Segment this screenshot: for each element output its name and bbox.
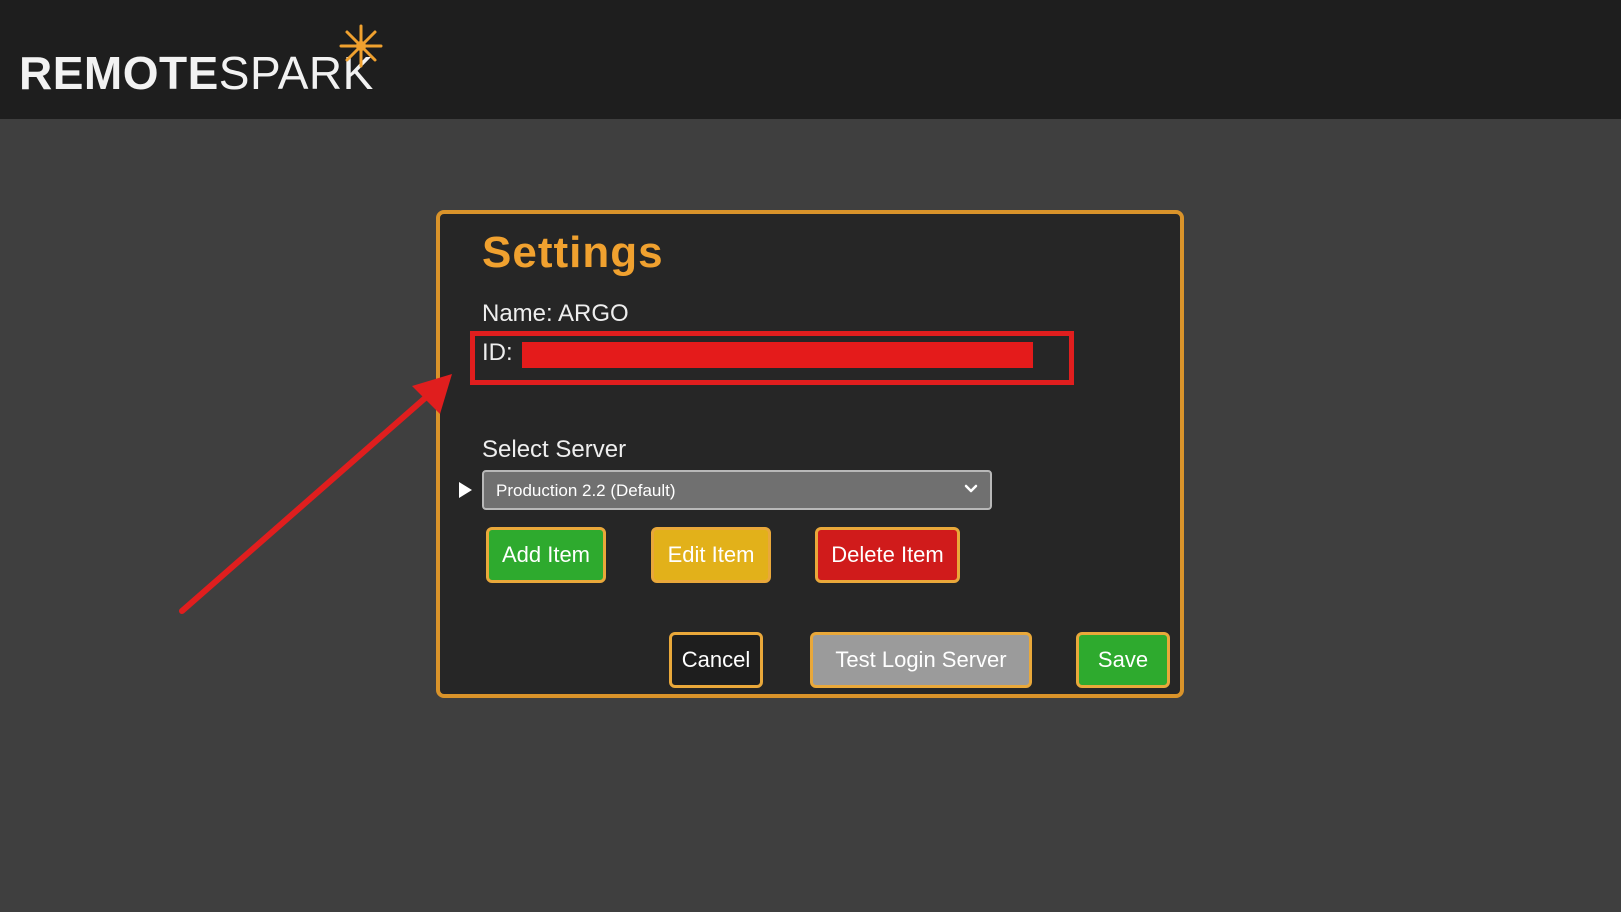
delete-item-button[interactable]: Delete Item — [815, 527, 960, 583]
play-icon — [459, 482, 472, 498]
add-item-button[interactable]: Add Item — [486, 527, 606, 583]
settings-dialog: Settings Name: ARGO ID: Select Server Pr… — [436, 210, 1184, 698]
test-login-server-button[interactable]: Test Login Server — [810, 632, 1032, 688]
page: REMOTESPARK Settings Name: ARGO ID: Sele… — [0, 0, 1621, 912]
id-redacted-value — [522, 342, 1033, 368]
logo-text-remote: REMOTE — [19, 47, 219, 99]
cancel-button[interactable]: Cancel — [669, 632, 763, 688]
remotespark-logo: REMOTESPARK — [19, 48, 374, 98]
chevron-down-icon — [964, 484, 978, 493]
select-server-label: Select Server — [482, 436, 627, 463]
server-select-value: Production 2.2 (Default) — [496, 481, 676, 500]
id-label: ID: — [482, 339, 513, 366]
save-button[interactable]: Save — [1076, 632, 1170, 688]
server-select[interactable]: Production 2.2 (Default) — [482, 470, 992, 510]
name-field: Name: ARGO — [482, 300, 629, 327]
spark-icon — [339, 24, 383, 68]
edit-item-button[interactable]: Edit Item — [651, 527, 771, 583]
dialog-title: Settings — [482, 228, 664, 277]
top-bar: REMOTESPARK — [0, 0, 1621, 119]
